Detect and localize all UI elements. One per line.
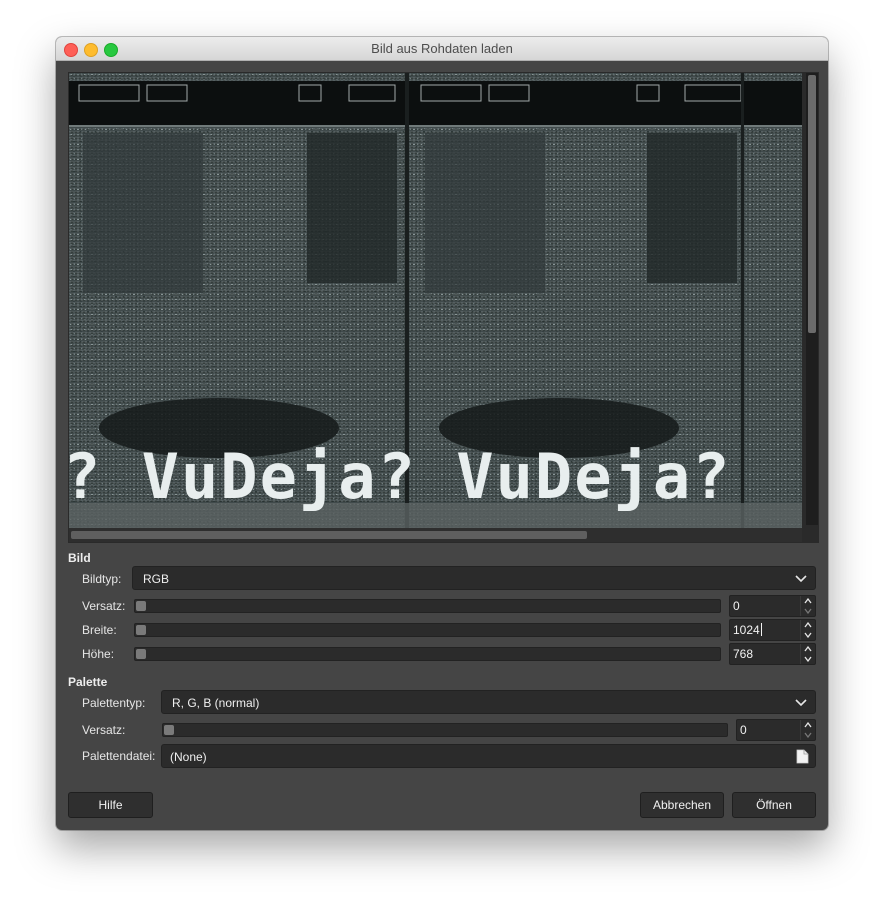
width-slider-handle[interactable] <box>136 625 146 635</box>
width-value-text: 1024 <box>733 623 760 637</box>
height-label: Höhe: <box>82 647 115 661</box>
height-slider[interactable] <box>134 647 721 661</box>
help-button[interactable]: Hilfe <box>68 792 153 818</box>
preview-horizontal-scrollbar[interactable] <box>69 528 802 542</box>
text-caret <box>760 623 762 636</box>
preview-canvas: ? VuDeja? VuDeja? <box>69 73 802 528</box>
vertical-scroll-thumb[interactable] <box>808 75 816 333</box>
palette-file-value: (None) <box>170 750 207 764</box>
chevron-down-icon <box>804 632 812 638</box>
chevron-down-icon <box>795 575 807 583</box>
palette-file-chooser[interactable]: (None) <box>161 744 816 768</box>
palette-section-heading: Palette <box>68 675 108 689</box>
browse-file-button[interactable] <box>792 746 814 766</box>
palette-type-label: Palettentyp: <box>82 696 146 710</box>
height-spinbox[interactable]: 768 <box>729 643 816 665</box>
palette-offset-label: Versatz: <box>82 723 126 737</box>
increment-button[interactable] <box>801 720 815 730</box>
offset-spinbox[interactable]: 0 <box>729 595 816 617</box>
palette-type-value: R, G, B (normal) <box>172 696 260 710</box>
raw-image-dialog: Bild aus Rohdaten laden ? VuDeja? VuDeja… <box>56 37 828 830</box>
preview-glitch-text: ? VuDeja? VuDeja? <box>69 440 732 513</box>
chevron-down-icon <box>804 656 812 662</box>
offset-stepper[interactable] <box>800 596 815 616</box>
palette-offset-spinbox[interactable]: 0 <box>736 719 816 741</box>
width-label: Breite: <box>82 623 117 637</box>
chevron-down-icon <box>795 699 807 707</box>
decrement-button[interactable] <box>801 730 815 740</box>
cancel-button[interactable]: Abbrechen <box>640 792 724 818</box>
palette-type-dropdown[interactable]: R, G, B (normal) <box>161 690 816 714</box>
image-type-dropdown[interactable]: RGB <box>132 566 816 590</box>
height-value: 768 <box>733 647 754 661</box>
offset-label: Versatz: <box>82 599 126 613</box>
image-type-label: Bildtyp: <box>82 572 122 586</box>
chevron-up-icon <box>804 722 812 728</box>
palette-offset-slider[interactable] <box>162 723 728 737</box>
palette-offset-value: 0 <box>740 723 747 737</box>
offset-slider-handle[interactable] <box>136 601 146 611</box>
height-slider-handle[interactable] <box>136 649 146 659</box>
palette-file-label: Palettendatei: <box>82 749 156 763</box>
width-spinbox[interactable]: 1024 <box>729 619 816 641</box>
increment-button[interactable] <box>801 596 815 606</box>
width-slider[interactable] <box>134 623 721 637</box>
decrement-button[interactable] <box>801 630 815 640</box>
decrement-button[interactable] <box>801 654 815 664</box>
open-button[interactable]: Öffnen <box>732 792 816 818</box>
decrement-button[interactable] <box>801 606 815 616</box>
image-type-value: RGB <box>143 572 170 586</box>
document-open-icon <box>796 749 809 764</box>
chevron-down-icon <box>804 608 812 614</box>
horizontal-scroll-thumb[interactable] <box>71 531 587 539</box>
palette-offset-stepper[interactable] <box>800 720 815 740</box>
width-stepper[interactable] <box>800 620 815 640</box>
increment-button[interactable] <box>801 620 815 630</box>
offset-value: 0 <box>733 599 740 613</box>
title-bar: Bild aus Rohdaten laden <box>56 37 828 61</box>
chevron-up-icon <box>804 646 812 652</box>
offset-slider[interactable] <box>134 599 721 613</box>
chevron-up-icon <box>804 598 812 604</box>
width-value: 1024 <box>733 623 762 637</box>
palette-offset-slider-handle[interactable] <box>164 725 174 735</box>
increment-button[interactable] <box>801 644 815 654</box>
image-preview: ? VuDeja? VuDeja? <box>68 72 819 543</box>
window-title: Bild aus Rohdaten laden <box>371 41 513 56</box>
image-section-heading: Bild <box>68 551 91 565</box>
preview-vertical-scrollbar[interactable] <box>806 73 818 525</box>
height-stepper[interactable] <box>800 644 815 664</box>
chevron-up-icon <box>804 622 812 628</box>
chevron-down-icon <box>804 732 812 738</box>
